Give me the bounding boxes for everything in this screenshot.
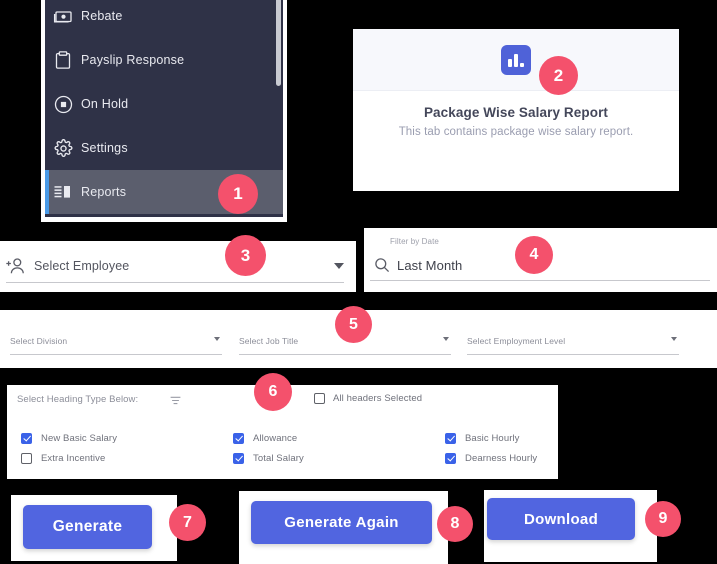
pause-circle-icon bbox=[53, 94, 73, 114]
generate-button[interactable]: Generate bbox=[23, 505, 152, 549]
report-card-header bbox=[353, 29, 679, 91]
headings-title: Select Heading Type Below: bbox=[17, 394, 139, 405]
select-employee-field[interactable]: Select Employee bbox=[6, 250, 344, 283]
step-badge-2: 2 bbox=[539, 56, 578, 95]
heading-option-label: Extra Incentive bbox=[41, 453, 106, 464]
heading-option-label: Basic Hourly bbox=[465, 433, 520, 444]
all-headers-checkbox[interactable] bbox=[314, 393, 325, 404]
heading-option-label: Allowance bbox=[253, 433, 298, 444]
sidebar-item-label: Settings bbox=[81, 141, 128, 155]
checkbox[interactable] bbox=[21, 453, 32, 464]
sidebar-item-label: On Hold bbox=[81, 97, 129, 111]
step-badge-7: 7 bbox=[169, 504, 206, 541]
checkbox[interactable] bbox=[233, 453, 244, 464]
employee-select-panel: Select Employee bbox=[0, 241, 356, 292]
sidebar-item-on-hold[interactable]: On Hold bbox=[45, 82, 283, 126]
checkbox[interactable] bbox=[21, 433, 32, 444]
sidebar-scrollbar[interactable] bbox=[276, 0, 281, 86]
sidebar-item-label: Rebate bbox=[81, 9, 123, 23]
report-card-body: Package Wise Salary Report This tab cont… bbox=[353, 91, 679, 138]
step-badge-1: 1 bbox=[218, 174, 258, 214]
heading-option-extra-incentive[interactable]: Extra Incentive bbox=[21, 453, 233, 464]
date-filter-label: Filter by Date bbox=[390, 237, 439, 246]
heading-option-label: Total Salary bbox=[253, 453, 304, 464]
download-button-panel: Download bbox=[484, 490, 657, 562]
heading-option-basic-hourly[interactable]: Basic Hourly bbox=[445, 433, 550, 444]
step-badge-4: 4 bbox=[515, 236, 553, 274]
sidebar-item-label: Reports bbox=[81, 185, 127, 199]
download-button[interactable]: Download bbox=[487, 498, 635, 540]
headings-options-grid: New Basic Salary Allowance Basic Hourly … bbox=[21, 433, 550, 464]
heading-option-label: New Basic Salary bbox=[41, 433, 118, 444]
step-badge-3: 3 bbox=[225, 235, 266, 276]
sidebar-item-label: Payslip Response bbox=[81, 53, 185, 67]
step-badge-9: 9 bbox=[645, 501, 681, 537]
all-headers-checkbox-row[interactable]: All headers Selected bbox=[314, 393, 422, 404]
chevron-down-icon[interactable] bbox=[671, 337, 677, 341]
filter-icon[interactable] bbox=[170, 396, 181, 405]
sidebar-item-payslip-response[interactable]: Payslip Response bbox=[45, 38, 283, 82]
search-icon bbox=[374, 257, 390, 273]
gear-icon bbox=[53, 138, 73, 158]
clipboard-icon bbox=[53, 50, 73, 70]
report-card-subtitle: This tab contains package wise salary re… bbox=[398, 126, 634, 138]
chevron-down-icon[interactable] bbox=[334, 263, 344, 269]
sidebar-item-rebate[interactable]: Rebate bbox=[45, 0, 283, 38]
heading-option-dearness-hourly[interactable]: Dearness Hourly bbox=[445, 453, 550, 464]
step-badge-8: 8 bbox=[437, 506, 473, 542]
heading-option-total-salary[interactable]: Total Salary bbox=[233, 453, 445, 464]
all-headers-label: All headers Selected bbox=[333, 393, 423, 404]
sidebar-item-settings[interactable]: Settings bbox=[45, 126, 283, 170]
chevron-down-icon[interactable] bbox=[214, 337, 220, 341]
heading-option-allowance[interactable]: Allowance bbox=[233, 433, 445, 444]
checkbox[interactable] bbox=[445, 433, 456, 444]
step-badge-6: 6 bbox=[254, 373, 292, 411]
select-division-placeholder: Select Division bbox=[10, 336, 68, 346]
step-badge-5: 5 bbox=[335, 306, 372, 343]
report-list-icon bbox=[53, 182, 73, 202]
money-icon bbox=[53, 6, 73, 26]
report-card[interactable]: Package Wise Salary Report This tab cont… bbox=[353, 29, 679, 191]
add-person-icon bbox=[6, 257, 26, 275]
select-division[interactable]: Select Division bbox=[10, 328, 222, 355]
checkbox[interactable] bbox=[233, 433, 244, 444]
heading-option-new-basic-salary[interactable]: New Basic Salary bbox=[21, 433, 233, 444]
date-filter-value: Last Month bbox=[397, 257, 463, 273]
select-job-title-placeholder: Select Job Title bbox=[239, 336, 299, 346]
checkbox[interactable] bbox=[445, 453, 456, 464]
generate-again-button-panel: Generate Again bbox=[239, 491, 448, 564]
select-employment-level[interactable]: Select Employment Level bbox=[467, 328, 679, 355]
generate-button-panel: Generate bbox=[11, 495, 177, 561]
select-employee-placeholder: Select Employee bbox=[34, 259, 130, 273]
bar-chart-icon bbox=[501, 44, 531, 75]
heading-option-label: Dearness Hourly bbox=[465, 453, 538, 464]
select-employment-level-placeholder: Select Employment Level bbox=[467, 336, 566, 346]
report-card-title: Package Wise Salary Report bbox=[423, 105, 609, 120]
chevron-down-icon[interactable] bbox=[443, 337, 449, 341]
generate-again-button[interactable]: Generate Again bbox=[251, 501, 432, 544]
